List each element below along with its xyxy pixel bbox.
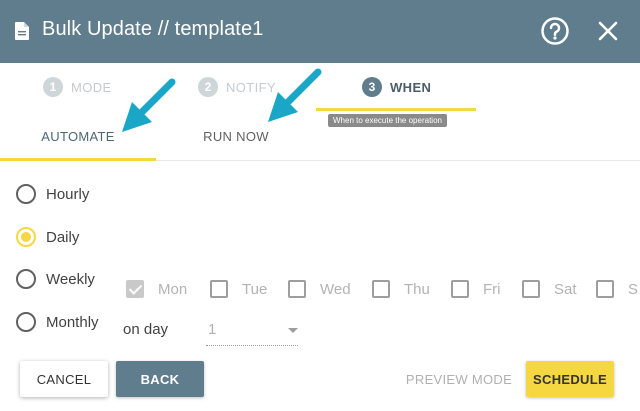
day-tue[interactable]: Tue [210, 280, 267, 298]
day-wed-label: Wed [320, 280, 351, 298]
day-fri-label: Fri [483, 280, 501, 298]
document-icon [15, 22, 29, 40]
cancel-button-label: CANCEL [36, 371, 92, 387]
radio-circle[interactable] [16, 184, 36, 204]
on-day-label: on day [123, 321, 169, 338]
tab-run-now-label: RUN NOW [203, 128, 269, 144]
checkbox[interactable] [596, 280, 614, 298]
schedule-button-label: SCHEDULE [533, 371, 607, 387]
tab-automate-label: AUTOMATE [41, 128, 115, 144]
mode-tabs: AUTOMATE RUN NOW [0, 111, 640, 161]
day-thu-label: Thu [404, 280, 430, 298]
radio-daily-label: Daily [46, 228, 80, 246]
radio-hourly[interactable]: Hourly [16, 184, 89, 204]
radio-monthly-label: Monthly [46, 313, 99, 331]
day-sun[interactable]: S [596, 280, 638, 298]
active-tab-indicator [0, 158, 156, 161]
cancel-button[interactable]: CANCEL [20, 361, 108, 397]
checkbox[interactable] [288, 280, 306, 298]
day-mon-label: Mon [158, 280, 188, 298]
radio-circle[interactable] [16, 227, 36, 247]
preview-mode-button[interactable]: PREVIEW MODE [400, 361, 518, 397]
step-when[interactable]: 3 WHEN [362, 63, 431, 111]
back-button[interactable]: BACK [116, 361, 204, 397]
step-mode-label: MODE [71, 79, 112, 95]
wizard-stepper: 1 MODE 2 NOTIFY 3 WHEN [0, 63, 640, 111]
schedule-button[interactable]: SCHEDULE [526, 361, 614, 397]
preview-mode-button-label: PREVIEW MODE [405, 371, 513, 387]
radio-weekly-label: Weekly [46, 270, 95, 288]
bulk-update-dialog: Bulk Update // template1 1 MODE 2 NOTIFY… [0, 0, 640, 411]
chevron-down-icon [288, 328, 298, 333]
day-thu[interactable]: Thu [372, 280, 430, 298]
tab-automate[interactable]: AUTOMATE [0, 111, 156, 161]
day-sat[interactable]: Sat [522, 280, 577, 298]
checkbox[interactable] [126, 280, 144, 298]
dialog-header: Bulk Update // template1 [0, 0, 640, 63]
radio-circle[interactable] [16, 269, 36, 289]
close-icon[interactable] [594, 17, 622, 45]
radio-weekly[interactable]: Weekly [16, 269, 95, 289]
radio-circle[interactable] [16, 312, 36, 332]
dialog-title: Bulk Update // template1 [42, 18, 264, 40]
checkbox[interactable] [451, 280, 469, 298]
back-button-label: BACK [140, 371, 180, 387]
checkbox[interactable] [522, 280, 540, 298]
step-when-label: WHEN [390, 79, 432, 95]
day-sat-label: Sat [554, 280, 577, 298]
step-mode-number: 1 [43, 77, 63, 97]
checkbox[interactable] [210, 280, 228, 298]
day-tue-label: Tue [242, 280, 268, 298]
step-notify-number: 2 [198, 77, 218, 97]
step-notify-label: NOTIFY [226, 79, 277, 95]
radio-monthly[interactable]: Monthly [16, 312, 99, 332]
radio-daily[interactable]: Daily [16, 227, 79, 247]
day-sun-label: S [628, 280, 639, 298]
on-day-select[interactable]: 1 [206, 316, 298, 346]
tab-run-now[interactable]: RUN NOW [158, 111, 314, 161]
radio-hourly-label: Hourly [46, 185, 90, 203]
on-day-value: 1 [208, 321, 217, 338]
help-circle-icon[interactable] [540, 16, 570, 46]
step-tooltip: When to execute the operation [328, 114, 447, 127]
day-fri[interactable]: Fri [451, 280, 501, 298]
day-wed[interactable]: Wed [288, 280, 351, 298]
step-when-number: 3 [362, 77, 382, 97]
step-notify[interactable]: 2 NOTIFY [198, 63, 276, 111]
day-mon[interactable]: Mon [126, 280, 187, 298]
step-mode[interactable]: 1 MODE [43, 63, 112, 111]
checkbox[interactable] [372, 280, 390, 298]
